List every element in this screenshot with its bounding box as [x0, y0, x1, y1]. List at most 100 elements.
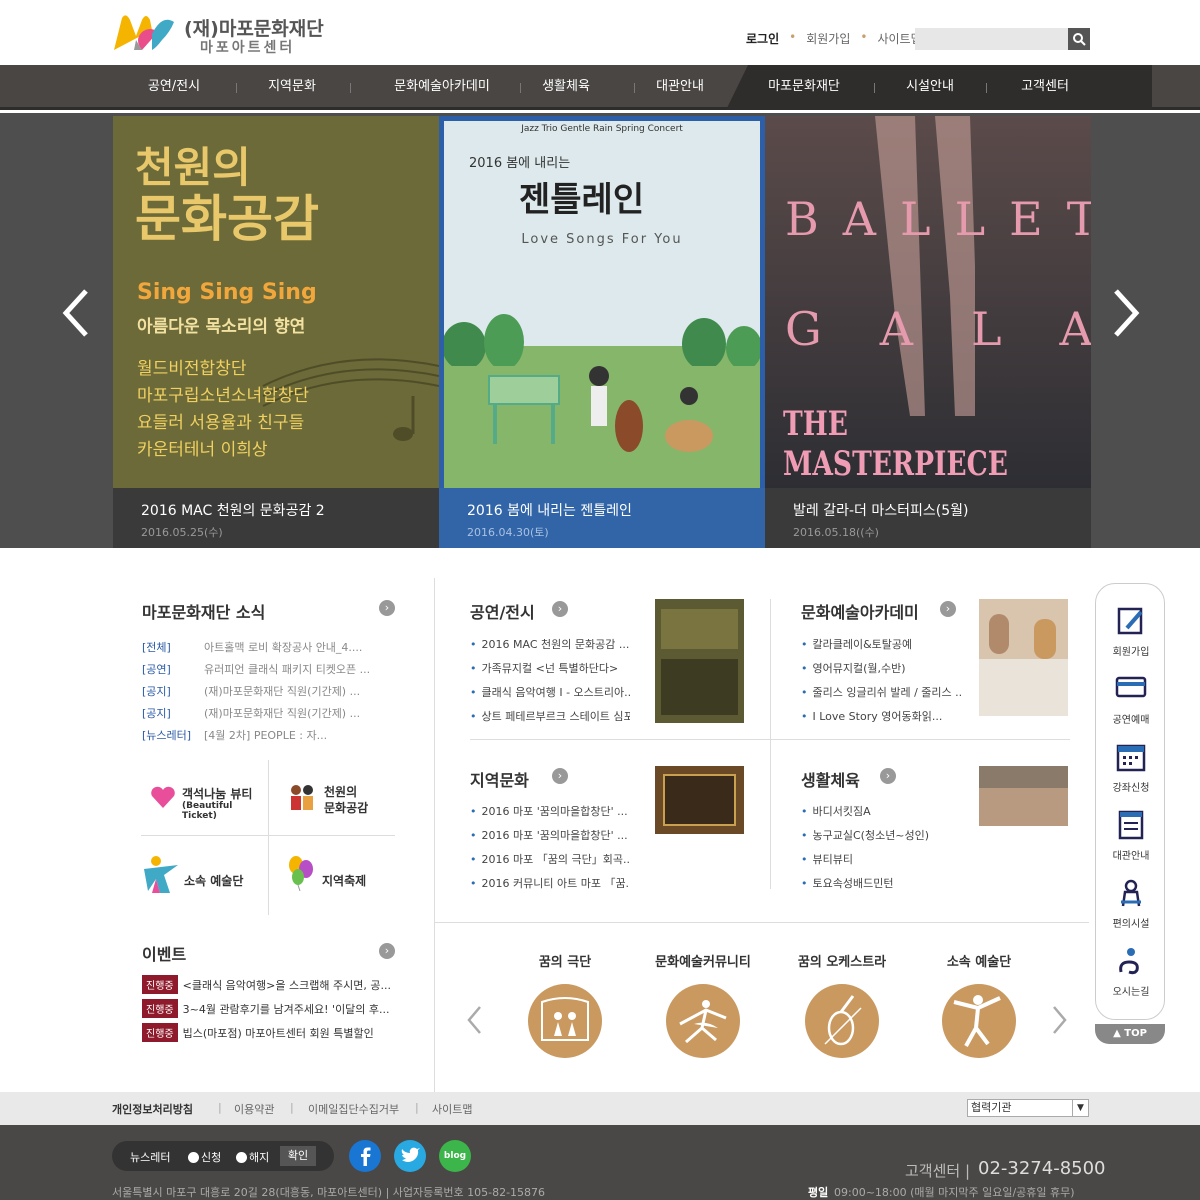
event-item[interactable]: 진행중 3~4월 관람후기를 남겨주세요! '이달의 후...: [142, 999, 394, 1018]
board-item[interactable]: 2016 MAC 천원의 문화공감 ...: [470, 633, 630, 657]
email-policy-link[interactable]: 이메일집단수집거부: [308, 1101, 399, 1117]
newsletter-confirm-button[interactable]: 확인: [280, 1146, 316, 1166]
next-arrow-icon[interactable]: [1104, 283, 1144, 343]
cheonwon-banner[interactable]: 천원의 문화공감: [286, 782, 396, 822]
nav-item-customer[interactable]: 고객센터: [990, 65, 1100, 110]
nav-item-facilities[interactable]: 시설안내: [876, 65, 984, 110]
poster-top-text: Jazz Trio Gentle Rain Spring Concert: [521, 124, 683, 134]
prev-arrow-icon[interactable]: [58, 283, 98, 343]
quick-rental[interactable]: 대관안내: [1096, 810, 1166, 862]
nav-item-performance[interactable]: 공연/전시: [120, 65, 228, 110]
join-link[interactable]: 회원가입: [806, 30, 850, 47]
divider: |: [290, 1101, 294, 1114]
nav-item-rental[interactable]: 대관안내: [626, 65, 734, 110]
board-title: 공연/전시: [470, 603, 535, 622]
nav-item-sports[interactable]: 생활체육: [512, 65, 620, 110]
board-item[interactable]: 클래식 음악여행 Ⅰ - 오스트리아...: [470, 681, 631, 705]
top-button[interactable]: ▲ TOP: [1095, 1024, 1165, 1044]
board-item[interactable]: 칼라클레이&토탈공예: [801, 633, 961, 657]
board-item[interactable]: 바디서킷짐A: [801, 800, 961, 824]
groups-next-icon[interactable]: [1050, 1005, 1068, 1035]
board-item[interactable]: 가족뮤지컬 <넌 특별하단다>: [470, 657, 630, 681]
calendar-icon: [1116, 744, 1146, 772]
news-item[interactable]: [공연] 유러피언 클래식 패키지 티켓오픈 ...: [142, 661, 372, 677]
beautiful-ticket-banner[interactable]: 객석나눔 뷰티 (Beautiful Ticket): [148, 782, 264, 822]
quick-course[interactable]: 강좌신청: [1096, 742, 1166, 794]
community-circle[interactable]: [666, 984, 740, 1058]
news-category: [공지]: [142, 685, 171, 698]
status-badge: 진행중: [142, 975, 178, 994]
event-item[interactable]: 진행중 빕스(마포점) 마포아트센터 회원 특별할인: [142, 1023, 394, 1042]
slide-card[interactable]: Jazz Trio Gentle Rain Spring Concert 201…: [439, 116, 765, 548]
board-thumbnail[interactable]: [655, 599, 744, 723]
news-item[interactable]: [뉴스레터] [4월 2차] PEOPLE : 자...: [142, 727, 372, 743]
board-list: 칼라클레이&토탈공예 영어뮤지컬(월,수반) 줄리스 잉글리쉬 발레 / 줄리스…: [801, 633, 962, 729]
quick-directions[interactable]: 오시는길: [1096, 946, 1166, 998]
blog-label: blog: [443, 1151, 467, 1161]
news-item[interactable]: [공지] (재)마포문화재단 직원(기간제) ...: [142, 683, 372, 699]
logo-mark-icon: [114, 15, 174, 50]
board-item[interactable]: 2016 마포 「꿈의 극단」회곡...: [470, 848, 631, 872]
board-thumbnail[interactable]: [979, 766, 1068, 826]
groups-prev-icon[interactable]: [466, 1005, 484, 1035]
board-item[interactable]: 영어뮤지컬(월,수반): [801, 657, 961, 681]
nav-item-foundation[interactable]: 마포문화재단: [748, 65, 860, 110]
facebook-icon[interactable]: [349, 1140, 381, 1172]
board-item[interactable]: 2016 마포 '꿈의마을합창단' ...: [470, 800, 630, 824]
board-more-button[interactable]: ›: [552, 768, 568, 784]
privacy-link[interactable]: 개인정보처리방침: [112, 1101, 193, 1117]
logo[interactable]: (재)마포문화재단 마포아트센터: [112, 10, 342, 58]
group-label: 소속 예술단: [946, 955, 1012, 970]
search-button[interactable]: [1068, 28, 1090, 50]
sitemap-footer-link[interactable]: 사이트맵: [432, 1101, 472, 1117]
board-more-button[interactable]: ›: [552, 601, 568, 617]
board-item[interactable]: 토요속성배드민턴: [801, 872, 961, 896]
cs-text: 고객센터: [905, 1162, 961, 1180]
nav-item-academy[interactable]: 문화예술아카데미: [352, 65, 532, 110]
board-more-button[interactable]: ›: [940, 601, 956, 617]
event-text: 빕스(마포점) 마포아트센터 회원 특별할인: [182, 1027, 374, 1040]
quick-booking[interactable]: 공연예매: [1096, 674, 1166, 726]
login-link[interactable]: 로그인: [746, 30, 779, 47]
news-item[interactable]: [전체] 아트홀맥 로비 확장공사 안내_4....: [142, 639, 372, 655]
board-item[interactable]: 2016 마포 '꿈의마을합창단' ...: [470, 824, 630, 848]
newsletter-subscribe-radio[interactable]: 신청: [188, 1149, 221, 1165]
poster-headline-1: 2016 봄에 내리는: [469, 156, 571, 171]
search-input[interactable]: [915, 28, 1068, 50]
event-more-button[interactable]: ›: [379, 943, 395, 959]
ballerina-icon: [679, 1000, 727, 1044]
board-item[interactable]: 상트 페테르부르크 스테이트 심포니: [470, 705, 631, 729]
slide-card[interactable]: 천원의 문화공감 Sing Sing Sing 아름다운 목소리의 향연 월드비…: [113, 116, 439, 548]
quick-join[interactable]: 회원가입: [1096, 606, 1166, 658]
twitter-icon[interactable]: [394, 1140, 426, 1172]
newsletter-unsubscribe-radio[interactable]: 해지: [236, 1149, 269, 1165]
board-item[interactable]: 줄리스 잉글리쉬 발레 / 줄리스 ...: [801, 681, 962, 705]
local-festival-banner[interactable]: 지역축제: [286, 855, 396, 895]
blog-icon[interactable]: blog: [439, 1140, 471, 1172]
terms-link[interactable]: 이용약관: [234, 1101, 274, 1117]
poster-masterpiece: THE MASTERPIECE: [783, 404, 1008, 484]
art-troupe-circle[interactable]: [942, 984, 1016, 1058]
orchestra-circle[interactable]: [805, 984, 879, 1058]
board-item[interactable]: 2016 커뮤니티 아트 마포 「꿈...: [470, 872, 631, 896]
nav-item-local-culture[interactable]: 지역문화: [238, 65, 346, 110]
board-item[interactable]: I Love Story 영어동화읽...: [801, 705, 961, 729]
theater-circle[interactable]: [528, 984, 602, 1058]
event-item[interactable]: 진행중 <클래식 음악여행>을 스크랩해 주시면, 공...: [142, 975, 394, 994]
event-section-title: 이벤트: [142, 945, 187, 964]
poster-line: 카운터테너 이희상: [137, 440, 268, 460]
poster-word-ballet: BALLET: [785, 192, 1091, 246]
board-item[interactable]: 농구교실C(청소년~성인): [801, 824, 961, 848]
board-thumbnail[interactable]: [655, 766, 744, 834]
art-troupe-banner[interactable]: 소속 예술단: [142, 855, 262, 895]
slide-card[interactable]: BALLET GALA THE MASTERPIECE 발레 갈라-더 마스터피…: [765, 116, 1091, 548]
dot-separator: •: [860, 30, 868, 44]
news-item[interactable]: [공지] (재)마포문화재단 직원(기간제) ...: [142, 705, 372, 721]
board-item[interactable]: 뷰티뷰티: [801, 848, 961, 872]
news-more-button[interactable]: ›: [379, 600, 395, 616]
quick-facilities[interactable]: 편의시설: [1096, 878, 1166, 930]
board-more-button[interactable]: ›: [880, 768, 896, 784]
news-text: (재)마포문화재단 직원(기간제) ...: [204, 707, 361, 720]
board-thumbnail[interactable]: [979, 599, 1068, 716]
partner-select[interactable]: 협력기관 ▼: [967, 1099, 1089, 1117]
